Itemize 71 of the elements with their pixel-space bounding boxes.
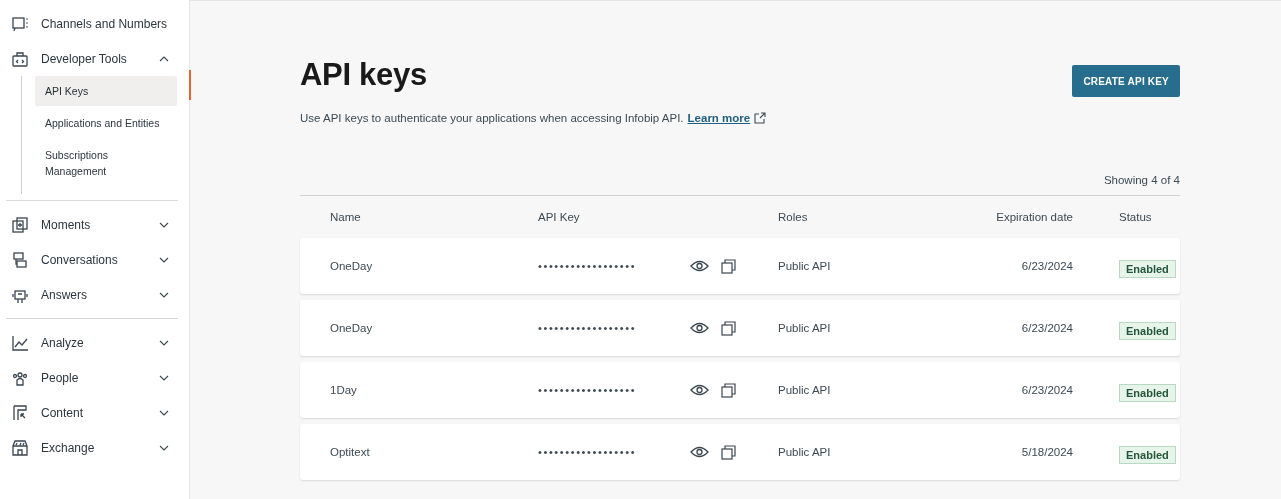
- sidebar-subitem[interactable]: API Keys: [35, 76, 177, 106]
- eye-icon[interactable]: [690, 322, 709, 334]
- chevron-icon: [159, 444, 169, 451]
- sidebar-item[interactable]: Conversations: [6, 242, 178, 277]
- description: Use API keys to authenticate your applications when accessing Infobip API.: [300, 112, 684, 124]
- sidebar-item[interactable]: Analyze: [6, 325, 178, 360]
- column-header: Status: [1118, 211, 1153, 223]
- table-cell-text: Optitext: [330, 446, 371, 458]
- sidebar-item[interactable]: Channels and Numbers: [6, 6, 178, 41]
- table-cell-text: 1Day: [330, 384, 358, 396]
- table-cell-text: Public API: [778, 260, 832, 272]
- table-row[interactable]: OneDay •••••••••••••••••• Public API 6/23/2024 Enabled: [300, 300, 1180, 356]
- status-badge: Enabled: [1119, 260, 1176, 278]
- menu-icon: [11, 250, 29, 269]
- table-cell-text: 5/18/2024: [1020, 446, 1073, 458]
- table-row[interactable]: 1Day •••••••••••••••••• Public API 6/23/2024 Enabled: [300, 362, 1180, 418]
- chevron-icon: [159, 291, 169, 298]
- menu-icon: [11, 49, 29, 68]
- sidebar-item[interactable]: People: [6, 360, 178, 395]
- sidebar-subitem[interactable]: Subscriptions Management: [35, 140, 177, 186]
- eye-icon[interactable]: [690, 384, 709, 396]
- chevron-icon: [159, 256, 169, 263]
- menu-icon: [11, 403, 29, 422]
- page-title: API keys: [300, 57, 428, 93]
- external-link-icon: [754, 112, 767, 124]
- menu-icon: [11, 14, 29, 33]
- copy-icon[interactable]: [721, 320, 736, 336]
- table-cell-text: OneDay: [330, 322, 374, 334]
- table-cell-text: 6/23/2024: [1020, 322, 1073, 334]
- table-cell-text: Public API: [778, 384, 832, 396]
- table-cell-text: OneDay: [330, 260, 374, 272]
- learn-more-link[interactable]: Learn more: [687, 112, 751, 124]
- menu-icon: [11, 333, 29, 352]
- column-header: Expiration date: [995, 211, 1073, 223]
- eye-icon[interactable]: [690, 446, 709, 458]
- create-api-key-button[interactable]: CREATE API KEY: [1072, 65, 1180, 97]
- chevron-icon: [159, 339, 169, 346]
- copy-icon[interactable]: [721, 258, 736, 274]
- table-cell-text: 6/23/2024: [1020, 260, 1073, 272]
- selection-indicator: [189, 70, 191, 100]
- column-header: Name: [330, 211, 362, 223]
- sidebar-item[interactable]: Moments: [6, 207, 178, 242]
- chevron-icon: [159, 55, 169, 62]
- status-badge: Enabled: [1119, 322, 1176, 340]
- sidebar-item[interactable]: Developer Tools: [6, 41, 178, 76]
- chevron-icon: [159, 221, 169, 228]
- sidebar-item[interactable]: Answers: [6, 277, 178, 312]
- table-cell-text: 6/23/2024: [1020, 384, 1073, 396]
- chevron-icon: [159, 374, 169, 381]
- sidebar-subitem[interactable]: Applications and Entities: [35, 108, 177, 138]
- table-cell-text: Public API: [778, 446, 832, 458]
- masked-key: ••••••••••••••••••: [538, 260, 678, 272]
- column-header: API Key: [538, 211, 581, 223]
- menu-icon: [11, 215, 29, 234]
- table-row[interactable]: OneDay •••••••••••••••••• Public API 6/23/2024 Enabled: [300, 238, 1180, 294]
- column-header: Roles: [778, 211, 809, 223]
- chevron-icon: [159, 409, 169, 416]
- copy-icon[interactable]: [721, 382, 736, 398]
- eye-icon[interactable]: [690, 260, 709, 272]
- table-row[interactable]: Optitext •••••••••••••••••• Public API 5/18/2024 Enabled: [300, 424, 1180, 480]
- sidebar-item[interactable]: Content: [6, 395, 178, 430]
- table-cell-text: Public API: [778, 322, 832, 334]
- result-count: Showing 4 of 4: [1103, 174, 1180, 186]
- masked-key: ••••••••••••••••••: [538, 446, 678, 458]
- copy-icon[interactable]: [721, 444, 736, 460]
- status-badge: Enabled: [1119, 446, 1176, 464]
- sidebar-item[interactable]: Exchange: [6, 430, 178, 465]
- masked-key: ••••••••••••••••••: [538, 384, 678, 396]
- status-badge: Enabled: [1119, 384, 1176, 402]
- menu-icon: [11, 438, 29, 457]
- masked-key: ••••••••••••••••••: [538, 322, 678, 334]
